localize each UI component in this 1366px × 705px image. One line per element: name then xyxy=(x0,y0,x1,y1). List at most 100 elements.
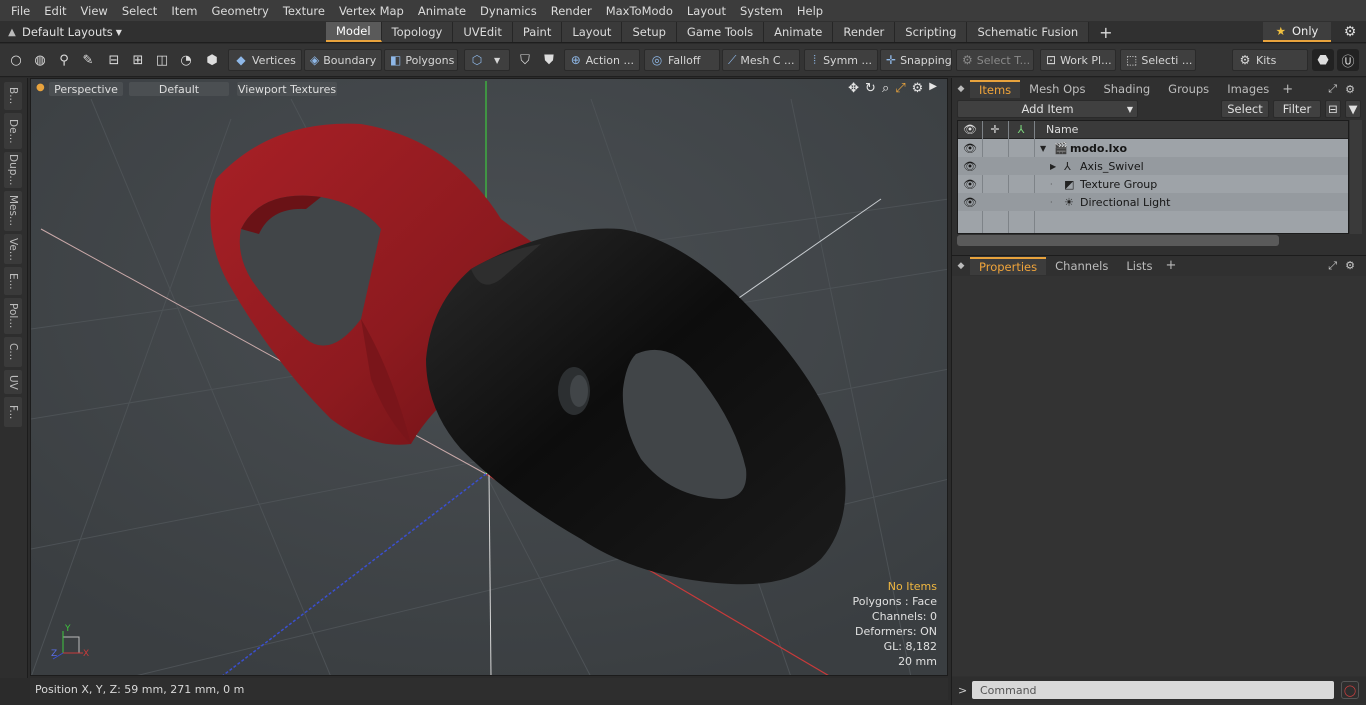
menu-item-file[interactable]: File xyxy=(4,4,37,18)
tab-game-tools[interactable]: Game Tools xyxy=(676,22,765,42)
tab-render[interactable]: Render xyxy=(833,22,896,42)
left-tab-7[interactable]: C... xyxy=(4,337,22,367)
center-icon[interactable]: ⊞ xyxy=(127,49,149,71)
left-tab-0[interactable]: B... xyxy=(4,82,22,110)
maximize-icon[interactable]: ⤢ xyxy=(895,81,905,96)
polygons-button[interactable]: ◧ Polygons xyxy=(384,49,458,71)
play-arrow-icon[interactable]: ▶ xyxy=(929,81,937,96)
panel-gear-icon[interactable]: ⚙ xyxy=(1345,259,1355,272)
menu-item-system[interactable]: System xyxy=(733,4,790,18)
tab-lists[interactable]: Lists xyxy=(1117,257,1161,275)
menu-item-render[interactable]: Render xyxy=(544,4,599,18)
shield-icon[interactable]: ⛊ xyxy=(538,49,560,71)
work-plane-button[interactable]: ⊡ Work Pl... xyxy=(1040,49,1116,71)
add-tab-icon[interactable]: + xyxy=(1165,258,1176,273)
align-icon[interactable]: ⊟ xyxy=(103,49,125,71)
menu-item-layout[interactable]: Layout xyxy=(680,4,733,18)
name-column-header[interactable]: Name xyxy=(1046,123,1078,136)
viewport-dot-icon[interactable]: ● xyxy=(36,82,45,93)
rotate-icon[interactable]: ↻ xyxy=(865,81,876,96)
tab-model[interactable]: Model xyxy=(326,22,382,42)
menu-item-animate[interactable]: Animate xyxy=(411,4,473,18)
layout-selector[interactable]: ▲ Default Layouts ▼ xyxy=(2,23,324,41)
tab-paint[interactable]: Paint xyxy=(512,22,563,42)
panel-dot-icon[interactable]: ◆ xyxy=(952,261,970,271)
zoom-icon[interactable]: ⌕ xyxy=(882,81,889,96)
menu-item-edit[interactable]: Edit xyxy=(37,4,73,18)
record-icon[interactable]: ◯ xyxy=(1341,681,1359,699)
item-list-vscrollbar[interactable] xyxy=(1350,120,1362,234)
expanded-arrow-icon[interactable]: ▼ xyxy=(1040,144,1046,153)
tab-schematic-fusion[interactable]: Schematic Fusion xyxy=(967,22,1090,42)
menu-item-view[interactable]: View xyxy=(74,4,115,18)
menu-item-help[interactable]: Help xyxy=(790,4,830,18)
frame-icon[interactable]: ◫ xyxy=(151,49,173,71)
viewport-textures-button[interactable]: Viewport Textures xyxy=(237,82,337,96)
filter-button[interactable]: Filter xyxy=(1273,100,1321,118)
unreal-icon[interactable]: Ⓤ xyxy=(1337,49,1359,71)
globe-icon[interactable]: ◍ xyxy=(29,49,51,71)
tab-setup[interactable]: Setup xyxy=(622,22,677,42)
add-item-button[interactable]: Add Item ▼ xyxy=(957,100,1138,118)
list-item[interactable]: 👁 ▼ 🎬 modo.lxo xyxy=(958,139,1348,157)
tab-shading[interactable]: Shading xyxy=(1094,80,1159,98)
snapping-button[interactable]: ✛ Snapping xyxy=(880,49,952,71)
visibility-column-icon[interactable]: 👁 xyxy=(958,123,982,136)
materials-dropdown[interactable]: ⬡ ▼ xyxy=(464,49,510,71)
tab-animate[interactable]: Animate xyxy=(764,22,834,42)
left-tab-9[interactable]: F... xyxy=(4,397,22,427)
panel-dot-icon[interactable]: ◆ xyxy=(952,84,970,94)
tab-images[interactable]: Images xyxy=(1218,80,1278,98)
menu-item-maxtomodo[interactable]: MaxToModo xyxy=(599,4,680,18)
type-column-icon[interactable]: ⅄ xyxy=(1008,123,1034,136)
command-input[interactable]: Command xyxy=(972,681,1334,699)
left-tab-1[interactable]: De... xyxy=(4,113,22,149)
3d-viewport[interactable]: Y X Z ● Perspective Default Viewport Tex… xyxy=(30,78,948,676)
tab-groups[interactable]: Groups xyxy=(1159,80,1218,98)
funnel-icon[interactable]: ▼ xyxy=(1345,100,1361,118)
expand-panel-icon[interactable]: ⤢ xyxy=(1328,82,1337,96)
symmetry-shield-icon[interactable]: ⛉ xyxy=(514,49,536,71)
selection-sets-button[interactable]: ⬚ Selecti ... xyxy=(1120,49,1196,71)
kits-button[interactable]: ⚙ Kits xyxy=(1232,49,1308,71)
tab-uvedit[interactable]: UVEdit xyxy=(453,22,513,42)
falloff-button[interactable]: ◎ Falloff xyxy=(644,49,720,71)
select-through-button[interactable]: ⚙ Select T... xyxy=(956,49,1034,71)
add-layout-tab-icon[interactable]: + xyxy=(1089,22,1122,42)
collapsed-arrow-icon[interactable]: ▶ xyxy=(1050,162,1056,171)
gear-icon[interactable]: ⚙ xyxy=(1338,22,1362,42)
menu-item-vertex-map[interactable]: Vertex Map xyxy=(332,4,411,18)
left-tab-2[interactable]: Dup... xyxy=(4,152,22,188)
viewport-gear-icon[interactable]: ⚙ xyxy=(912,81,924,96)
action-center-button[interactable]: ⊕ Action ... xyxy=(564,49,640,71)
vertices-button[interactable]: ◆ Vertices xyxy=(228,49,302,71)
pan-icon[interactable]: ✥ xyxy=(848,81,859,96)
tab-layout[interactable]: Layout xyxy=(562,22,623,42)
left-tab-8[interactable]: UV xyxy=(4,370,22,394)
tab-scripting[interactable]: Scripting xyxy=(895,22,968,42)
menu-item-dynamics[interactable]: Dynamics xyxy=(473,4,544,18)
collapse-all-icon[interactable]: ⊟ xyxy=(1325,100,1341,118)
brush-icon[interactable]: ✎ xyxy=(77,49,99,71)
menu-item-select[interactable]: Select xyxy=(115,4,164,18)
eye-icon[interactable]: 👁 xyxy=(962,140,978,156)
tab-topology[interactable]: Topology xyxy=(381,22,454,42)
pen-tool-icon[interactable]: ⚲ xyxy=(53,49,75,71)
left-tab-4[interactable]: Ve... xyxy=(4,234,22,264)
item-list-scrollbar[interactable] xyxy=(957,235,1279,246)
item-mode-icon[interactable]: ⬢ xyxy=(201,49,223,71)
tab-mesh-ops[interactable]: Mesh Ops xyxy=(1020,80,1094,98)
collapse-arrow-icon[interactable]: ▲ xyxy=(2,27,22,38)
circle-select-icon[interactable]: ○ xyxy=(5,49,27,71)
list-item[interactable]: 👁 ▶ ⅄ Axis_Swivel xyxy=(958,157,1348,175)
unity-icon[interactable]: ⬣ xyxy=(1312,49,1334,71)
menu-item-geometry[interactable]: Geometry xyxy=(205,4,276,18)
tab-channels[interactable]: Channels xyxy=(1046,257,1117,275)
eye-icon[interactable]: 👁 xyxy=(962,176,978,192)
mesh-constraint-button[interactable]: ⟋ Mesh C ... xyxy=(722,49,800,71)
panel-gear-icon[interactable]: ⚙ xyxy=(1345,83,1355,96)
eye-icon[interactable]: 👁 xyxy=(962,194,978,210)
boundary-button[interactable]: ◈ Boundary xyxy=(304,49,382,71)
menu-item-texture[interactable]: Texture xyxy=(276,4,332,18)
tab-items[interactable]: Items xyxy=(970,80,1021,98)
